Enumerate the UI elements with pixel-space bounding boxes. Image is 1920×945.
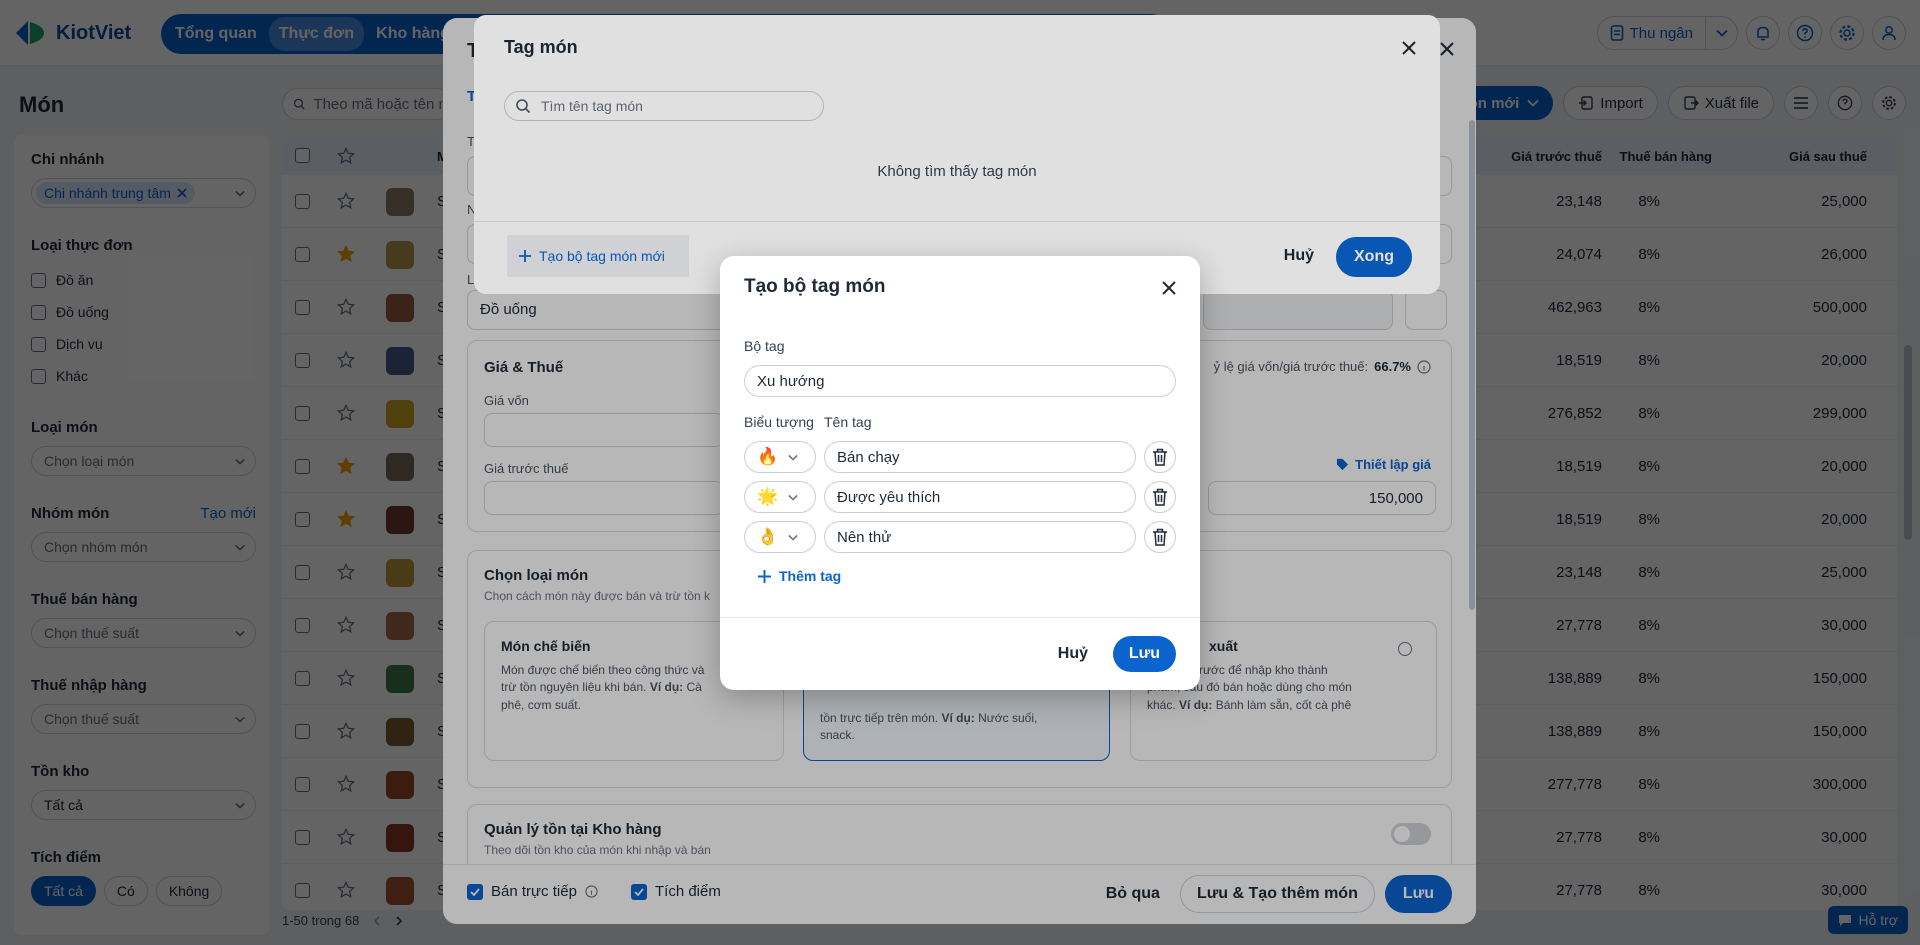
tag-icon-select-2[interactable]: 🌟: [744, 481, 816, 513]
tag-name-input-2[interactable]: Được yêu thích: [824, 481, 1136, 513]
add-tag-button[interactable]: Thêm tag: [758, 568, 841, 584]
tag-name-value: Bán chạy: [837, 448, 900, 466]
ok-hand-icon: 👌: [757, 527, 779, 546]
name-column-label: Tên tag: [824, 414, 872, 430]
create-tag-set-title: Tạo bộ tag món: [744, 276, 886, 297]
chevron-down-icon: [788, 534, 798, 541]
delete-tag-button-2[interactable]: [1144, 481, 1176, 513]
create-set-save-button[interactable]: Lưu: [1112, 636, 1176, 672]
tag-name-value: Được yêu thích: [837, 488, 941, 506]
plus-icon: [758, 569, 771, 583]
delete-tag-button-1[interactable]: [1144, 441, 1176, 473]
tag-name-input-1[interactable]: Bán chạy: [824, 441, 1136, 473]
trash-icon: [1153, 488, 1167, 506]
icon-column-label: Biểu tượng: [744, 414, 814, 430]
tag-name-input-3[interactable]: Nên thử: [824, 521, 1136, 553]
tag-set-name-input[interactable]: Xu hướng: [744, 365, 1176, 397]
chevron-down-icon: [788, 494, 798, 501]
tag-icon-select-1[interactable]: 🔥: [744, 441, 816, 473]
delete-tag-button-3[interactable]: [1144, 521, 1176, 553]
create-set-cancel-button[interactable]: Huỷ: [1058, 645, 1088, 663]
tag-set-name-value: Xu hướng: [757, 372, 825, 390]
chevron-down-icon: [788, 454, 798, 461]
tag-name-value: Nên thử: [837, 528, 892, 546]
tag-set-label: Bộ tag: [744, 338, 785, 354]
fire-icon: 🔥: [757, 447, 779, 466]
trash-icon: [1153, 528, 1167, 546]
close-icon[interactable]: [1162, 281, 1176, 295]
trash-icon: [1153, 448, 1167, 466]
tag-icon-select-3[interactable]: 👌: [744, 521, 816, 553]
create-tag-set-modal: Tạo bộ tag món Bộ tag Xu hướng Biểu tượn…: [720, 256, 1200, 690]
star-icon: 🌟: [757, 487, 779, 506]
add-tag-label: Thêm tag: [779, 568, 842, 584]
